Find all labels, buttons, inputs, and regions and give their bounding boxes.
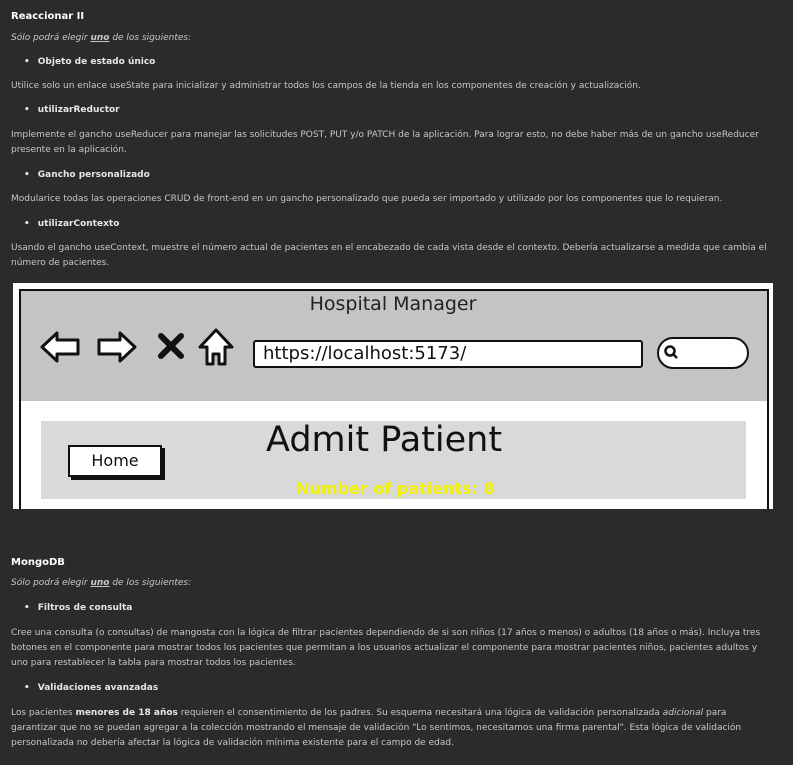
option-title: Filtros de consulta: [24, 601, 133, 616]
app-title: Hospital Manager: [309, 293, 477, 315]
option-title: Objeto de estado único: [24, 55, 156, 70]
option-description: Modularice todas las operaciones CRUD de…: [11, 194, 723, 204]
wireframe-image: Hospital Manager https://localhost:5173/…: [13, 283, 773, 509]
section-heading-react: Reaccionar II: [11, 11, 85, 22]
option-description: Los pacientes menores de 18 años requier…: [11, 708, 742, 748]
close-icon: [158, 333, 184, 359]
home-button: Home: [68, 445, 162, 477]
option-description: Cree una consulta (o consultas) de mango…: [11, 628, 761, 668]
option-description: Utilice solo un enlace useState para ini…: [11, 81, 641, 91]
option-title: utilizarContexto: [24, 217, 120, 232]
section-heading-mongodb: MongoDB: [11, 557, 65, 568]
patients-count: Number of patients: 8: [296, 479, 495, 498]
back-arrow-icon: [40, 331, 80, 363]
search-icon: [664, 345, 678, 359]
search-box: [657, 337, 749, 369]
choose-one-note: Sólo podrá elegir uno de los siguientes:: [11, 578, 192, 588]
option-description: Usando el gancho useContext, muestre el …: [11, 243, 767, 268]
option-title: Validaciones avanzadas: [24, 681, 158, 696]
forward-arrow-icon: [97, 331, 137, 363]
option-description: Implemente el gancho useReducer para man…: [11, 130, 759, 155]
choose-one-note: Sólo podrá elegir uno de los siguientes:: [11, 33, 192, 43]
url-bar: https://localhost:5173/: [253, 340, 643, 368]
option-title: utilizarReductor: [24, 103, 120, 118]
home-icon: [198, 328, 234, 366]
page-heading: Admit Patient: [266, 420, 503, 460]
option-title: Gancho personalizado: [24, 168, 150, 183]
